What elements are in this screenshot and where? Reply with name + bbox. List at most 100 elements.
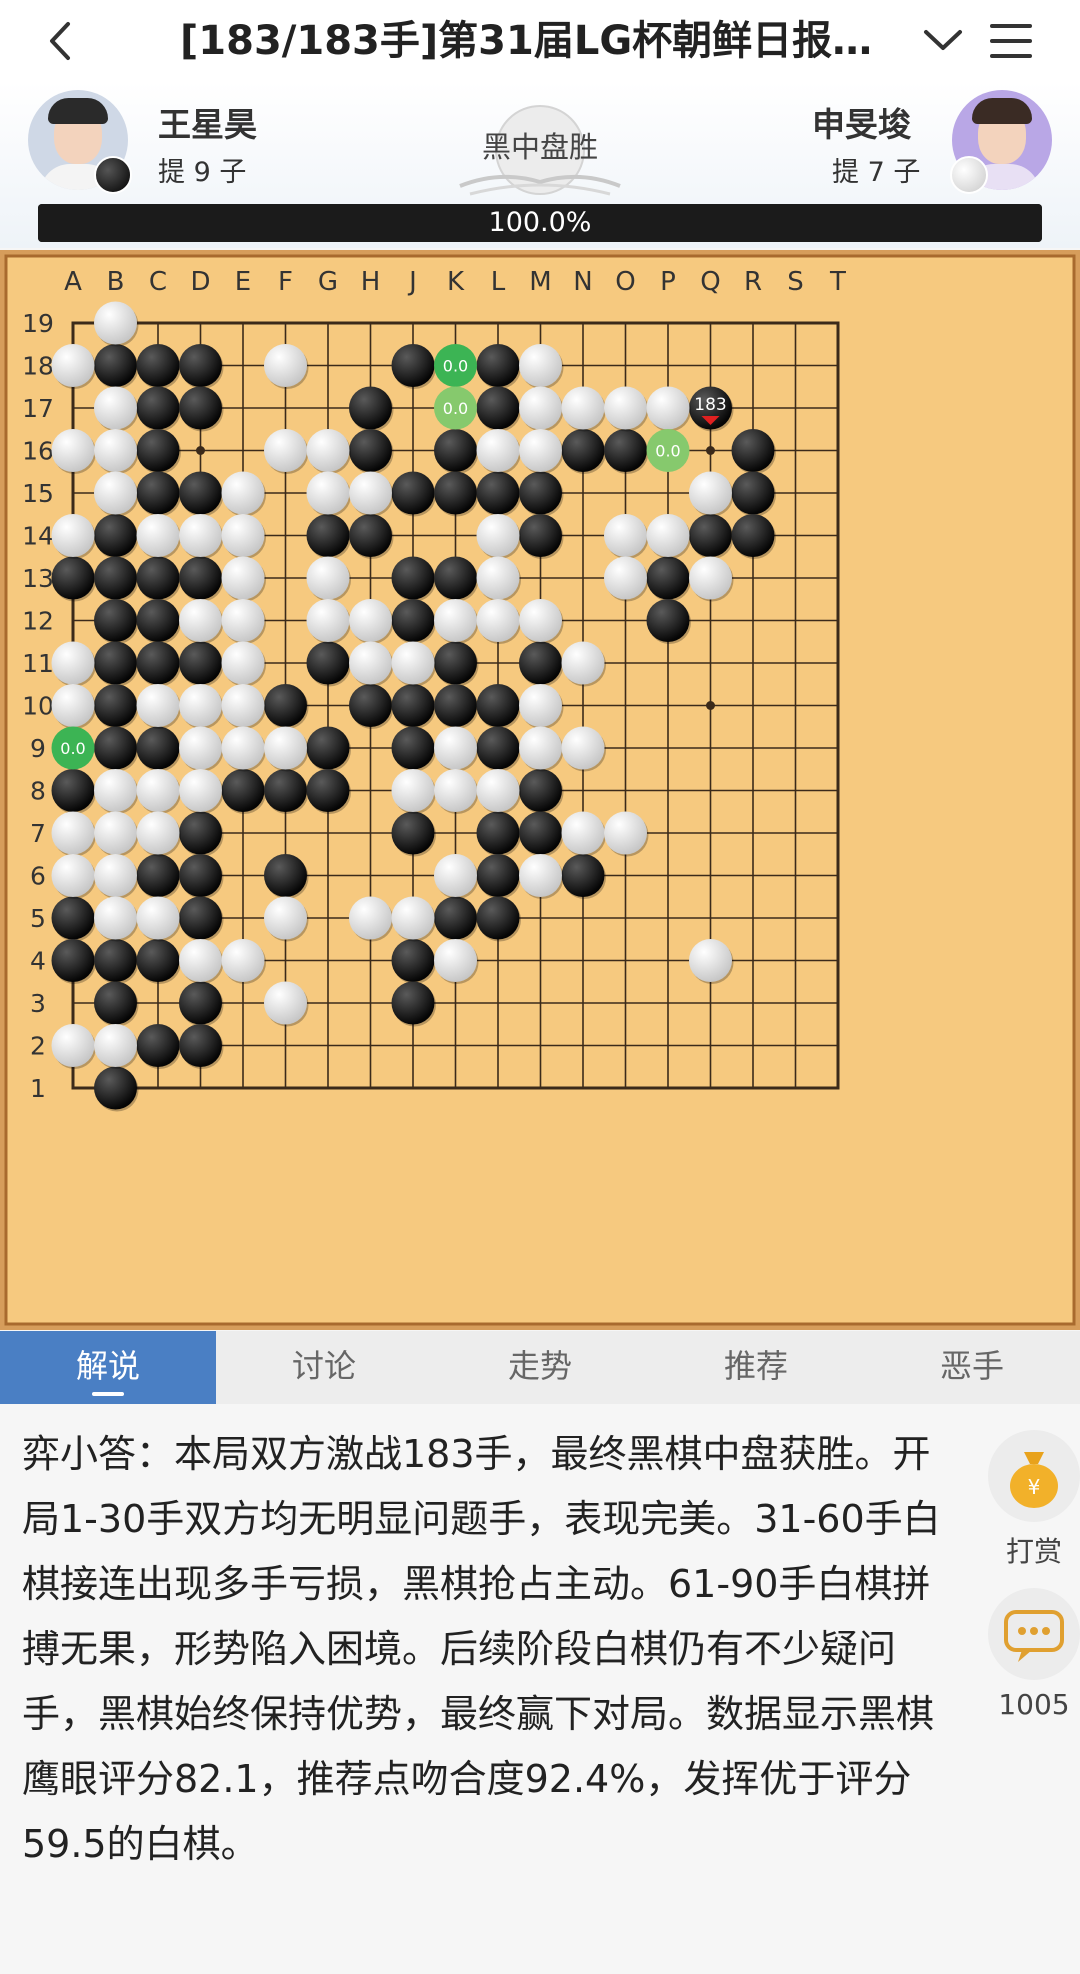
white-stone[interactable] xyxy=(221,641,265,685)
black-stone[interactable] xyxy=(136,344,180,387)
white-stone[interactable] xyxy=(604,556,647,600)
black-stone[interactable] xyxy=(561,854,605,897)
menu-button[interactable] xyxy=(986,16,1036,66)
white-stone[interactable] xyxy=(689,556,732,600)
white-stone[interactable] xyxy=(51,684,95,727)
black-stone[interactable] xyxy=(136,1024,180,1067)
white-stone[interactable] xyxy=(221,471,265,515)
black-stone[interactable] xyxy=(391,599,435,642)
black-stone[interactable] xyxy=(476,726,520,770)
white-stone[interactable] xyxy=(306,471,350,515)
white-stone[interactable] xyxy=(476,599,520,642)
black-stone[interactable] xyxy=(136,939,180,982)
black-stone[interactable] xyxy=(179,1024,222,1067)
black-stone[interactable] xyxy=(94,514,137,557)
black-stone[interactable] xyxy=(94,684,137,727)
black-stone[interactable] xyxy=(391,684,435,727)
black-stone[interactable] xyxy=(306,769,350,812)
black-stone[interactable] xyxy=(179,981,222,1025)
black-stone[interactable] xyxy=(136,641,180,685)
white-stone[interactable] xyxy=(94,1024,137,1067)
black-stone[interactable] xyxy=(136,429,180,472)
white-stone[interactable] xyxy=(561,641,605,685)
tab-bad-moves[interactable]: 恶手 xyxy=(864,1331,1080,1404)
white-stone[interactable] xyxy=(476,556,520,600)
white-stone[interactable] xyxy=(136,514,180,557)
white-stone[interactable] xyxy=(51,344,95,387)
white-stone[interactable] xyxy=(94,386,137,430)
black-stone[interactable] xyxy=(179,811,222,855)
black-stone[interactable] xyxy=(519,811,562,855)
black-stone[interactable] xyxy=(349,514,392,557)
black-stone[interactable] xyxy=(136,726,180,770)
white-stone[interactable] xyxy=(136,769,180,812)
go-board-svg[interactable]: A B C D E F G H J K L M N O P Q R S T191817161514131211109… xyxy=(0,250,1080,1330)
white-stone[interactable] xyxy=(94,811,137,855)
white-stone[interactable] xyxy=(476,429,520,472)
white-stone[interactable] xyxy=(646,514,690,557)
black-stone[interactable] xyxy=(434,641,477,685)
white-stone[interactable] xyxy=(349,641,392,685)
black-stone[interactable] xyxy=(179,471,222,515)
black-stone[interactable] xyxy=(731,471,775,515)
black-stone[interactable] xyxy=(391,726,435,770)
black-stone[interactable] xyxy=(264,684,307,727)
tab-trend[interactable]: 走势 xyxy=(432,1331,648,1404)
black-stone[interactable] xyxy=(646,556,690,600)
black-stone[interactable] xyxy=(94,1066,137,1110)
white-stone[interactable] xyxy=(94,429,137,472)
white-stone[interactable] xyxy=(434,854,477,897)
black-stone[interactable] xyxy=(179,896,222,940)
black-stone[interactable] xyxy=(561,429,605,472)
black-stone[interactable] xyxy=(136,386,180,430)
white-stone[interactable] xyxy=(306,556,350,600)
black-stone[interactable] xyxy=(476,344,520,387)
black-stone[interactable] xyxy=(519,641,562,685)
white-stone[interactable] xyxy=(94,854,137,897)
black-stone[interactable] xyxy=(391,939,435,982)
white-stone[interactable] xyxy=(519,854,562,897)
white-stone[interactable] xyxy=(136,896,180,940)
white-stone[interactable] xyxy=(221,726,265,770)
white-stone[interactable] xyxy=(434,599,477,642)
white-stone[interactable] xyxy=(434,939,477,982)
black-stone[interactable] xyxy=(349,684,392,727)
white-stone[interactable] xyxy=(561,386,605,430)
black-stone[interactable] xyxy=(391,556,435,600)
white-stone[interactable] xyxy=(264,981,307,1025)
white-stone[interactable] xyxy=(51,1024,95,1067)
black-stone[interactable] xyxy=(391,471,435,515)
tip-button[interactable]: ¥ 打赏 xyxy=(988,1430,1080,1570)
black-stone[interactable] xyxy=(391,981,435,1025)
black-stone[interactable] xyxy=(51,939,95,982)
expand-title-button[interactable] xyxy=(918,18,968,64)
black-stone[interactable] xyxy=(94,641,137,685)
black-stone[interactable] xyxy=(264,854,307,897)
white-stone[interactable] xyxy=(349,896,392,940)
white-stone[interactable] xyxy=(519,599,562,642)
white-stone[interactable] xyxy=(434,726,477,770)
white-stone[interactable] xyxy=(434,769,477,812)
white-stone[interactable] xyxy=(51,514,95,557)
white-stone[interactable] xyxy=(94,769,137,812)
black-stone[interactable] xyxy=(51,556,95,600)
black-stone[interactable] xyxy=(731,514,775,557)
black-stone[interactable] xyxy=(94,726,137,770)
black-stone[interactable] xyxy=(519,769,562,812)
white-stone[interactable] xyxy=(519,684,562,727)
white-stone[interactable] xyxy=(476,514,520,557)
white-stone[interactable] xyxy=(264,726,307,770)
white-stone[interactable] xyxy=(179,769,222,812)
black-stone[interactable] xyxy=(646,599,690,642)
black-stone[interactable] xyxy=(434,556,477,600)
black-stone[interactable] xyxy=(94,599,137,642)
white-stone[interactable] xyxy=(179,514,222,557)
white-stone[interactable] xyxy=(306,599,350,642)
white-stone[interactable] xyxy=(264,896,307,940)
tab-commentary[interactable]: 解说 xyxy=(0,1331,216,1404)
black-stone[interactable] xyxy=(391,344,435,387)
white-stone[interactable] xyxy=(221,514,265,557)
black-stone[interactable] xyxy=(434,684,477,727)
white-stone[interactable] xyxy=(689,471,732,515)
white-stone[interactable] xyxy=(51,854,95,897)
